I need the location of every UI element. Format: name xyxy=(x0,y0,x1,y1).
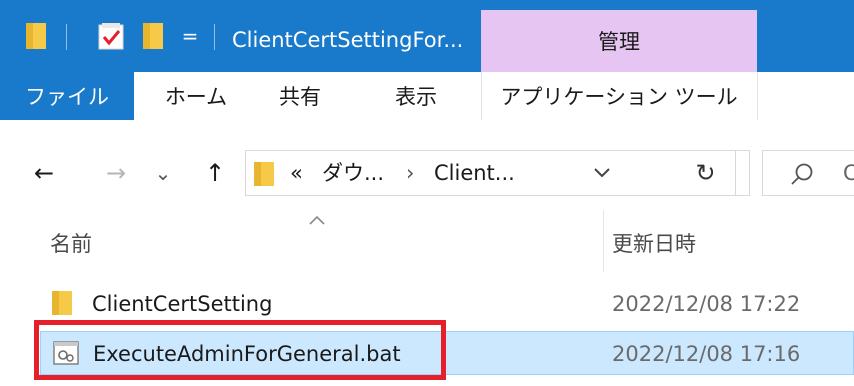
navigation-bar: ← → ⌄ ↑ « ダウ... › Client... ↻ C xyxy=(0,120,854,224)
chevron-down-icon[interactable] xyxy=(576,151,628,195)
file-modified: 2022/12/08 17:22 xyxy=(612,292,801,316)
tab-view[interactable]: 表示 xyxy=(376,72,456,120)
ribbon-tabs: ファイル ホーム 共有 表示 アプリケーション ツール xyxy=(0,72,854,120)
column-header-modified[interactable]: 更新日時 xyxy=(612,224,696,264)
new-folder-icon[interactable] xyxy=(140,0,166,72)
window-title: ClientCertSettingFor... xyxy=(232,28,464,52)
contextual-tab-manage[interactable]: 管理 xyxy=(481,10,757,72)
back-button[interactable]: ← xyxy=(22,150,66,196)
column-divider[interactable] xyxy=(603,210,604,272)
highlight-annotation xyxy=(34,320,446,380)
properties-checkbox-icon[interactable] xyxy=(94,0,128,72)
forward-button[interactable]: → xyxy=(96,150,136,196)
file-modified: 2022/12/08 17:16 xyxy=(612,342,801,366)
breadcrumb-separator[interactable]: › xyxy=(406,151,414,195)
search-icon xyxy=(789,161,815,191)
tab-application-tools[interactable]: アプリケーション ツール xyxy=(482,72,756,120)
address-bar[interactable]: « ダウ... › Client... xyxy=(245,150,750,196)
column-header-name[interactable]: 名前 xyxy=(50,224,92,264)
search-placeholder: C xyxy=(843,161,854,185)
qat-separator xyxy=(66,24,67,50)
up-button[interactable]: ↑ xyxy=(200,150,230,196)
refresh-button[interactable]: ↻ xyxy=(676,150,736,196)
tab-home[interactable]: ホーム xyxy=(146,72,246,120)
tab-separator xyxy=(757,72,758,120)
recent-locations-button[interactable]: ⌄ xyxy=(150,150,176,196)
breadcrumb-downloads[interactable]: ダウ... xyxy=(322,151,384,195)
qat-separator xyxy=(214,24,215,50)
folder-icon xyxy=(52,291,72,319)
tab-share[interactable]: 共有 xyxy=(262,72,338,120)
tab-file[interactable]: ファイル xyxy=(0,72,134,120)
folder-icon xyxy=(254,162,274,190)
customize-qat-icon[interactable]: = xyxy=(180,0,200,72)
sort-ascending-icon xyxy=(309,210,325,229)
breadcrumb-client[interactable]: Client... xyxy=(434,151,515,195)
folder-icon xyxy=(24,0,48,72)
title-bar: = ClientCertSettingFor... 管理 xyxy=(0,0,854,72)
address-overflow[interactable]: « xyxy=(290,151,303,195)
search-box[interactable]: C xyxy=(762,150,854,196)
